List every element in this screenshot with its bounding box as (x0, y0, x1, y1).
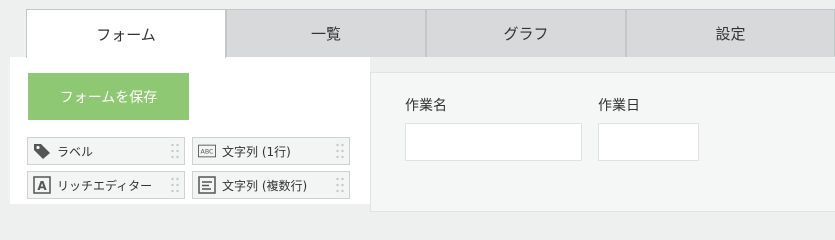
palette-item-text-single[interactable]: ABC 文字列 (1行) (192, 137, 350, 165)
svg-text:A: A (37, 179, 47, 193)
tab-settings[interactable]: 設定 (626, 9, 835, 57)
palette-item-rich-editor[interactable]: A リッチエディター (27, 171, 185, 199)
save-form-button[interactable]: フォームを保存 (28, 73, 189, 120)
palette-item-text-multi-text: 文字列 (複数行) (222, 178, 308, 193)
tab-graph-label: グラフ (503, 25, 549, 43)
drag-handle-icon[interactable] (335, 142, 345, 160)
drag-handle-icon[interactable] (335, 176, 345, 194)
text-single-line-icon: ABC (198, 142, 216, 160)
tab-settings-label: 設定 (715, 25, 746, 43)
palette-item-text-multi[interactable]: 文字列 (複数行) (192, 171, 350, 199)
palette-item-label[interactable]: ラベル (27, 137, 185, 165)
palette-item-text-single-text: 文字列 (1行) (222, 144, 291, 159)
tab-list-label: 一覧 (310, 25, 341, 43)
text-multi-line-icon (198, 176, 216, 194)
palette-item-label-text: ラベル (57, 144, 94, 159)
tab-bar: フォーム 一覧 グラフ 設定 (26, 9, 835, 58)
drag-handle-icon[interactable] (170, 176, 180, 194)
tab-list[interactable]: 一覧 (226, 9, 426, 57)
tag-icon (33, 142, 51, 160)
palette-item-rich-editor-text: リッチエディター (57, 178, 153, 193)
tab-graph[interactable]: グラフ (426, 9, 626, 57)
svg-text:ABC: ABC (201, 149, 215, 156)
tab-form-label: フォーム (96, 25, 156, 44)
task-date-input[interactable] (598, 123, 699, 161)
task-name-input[interactable] (405, 123, 582, 161)
field-label-task-name: 作業名 (405, 98, 447, 114)
drag-handle-icon[interactable] (170, 142, 180, 160)
rich-editor-icon: A (33, 176, 51, 194)
field-label-task-date: 作業日 (598, 98, 640, 114)
tab-form[interactable]: フォーム (26, 9, 226, 58)
